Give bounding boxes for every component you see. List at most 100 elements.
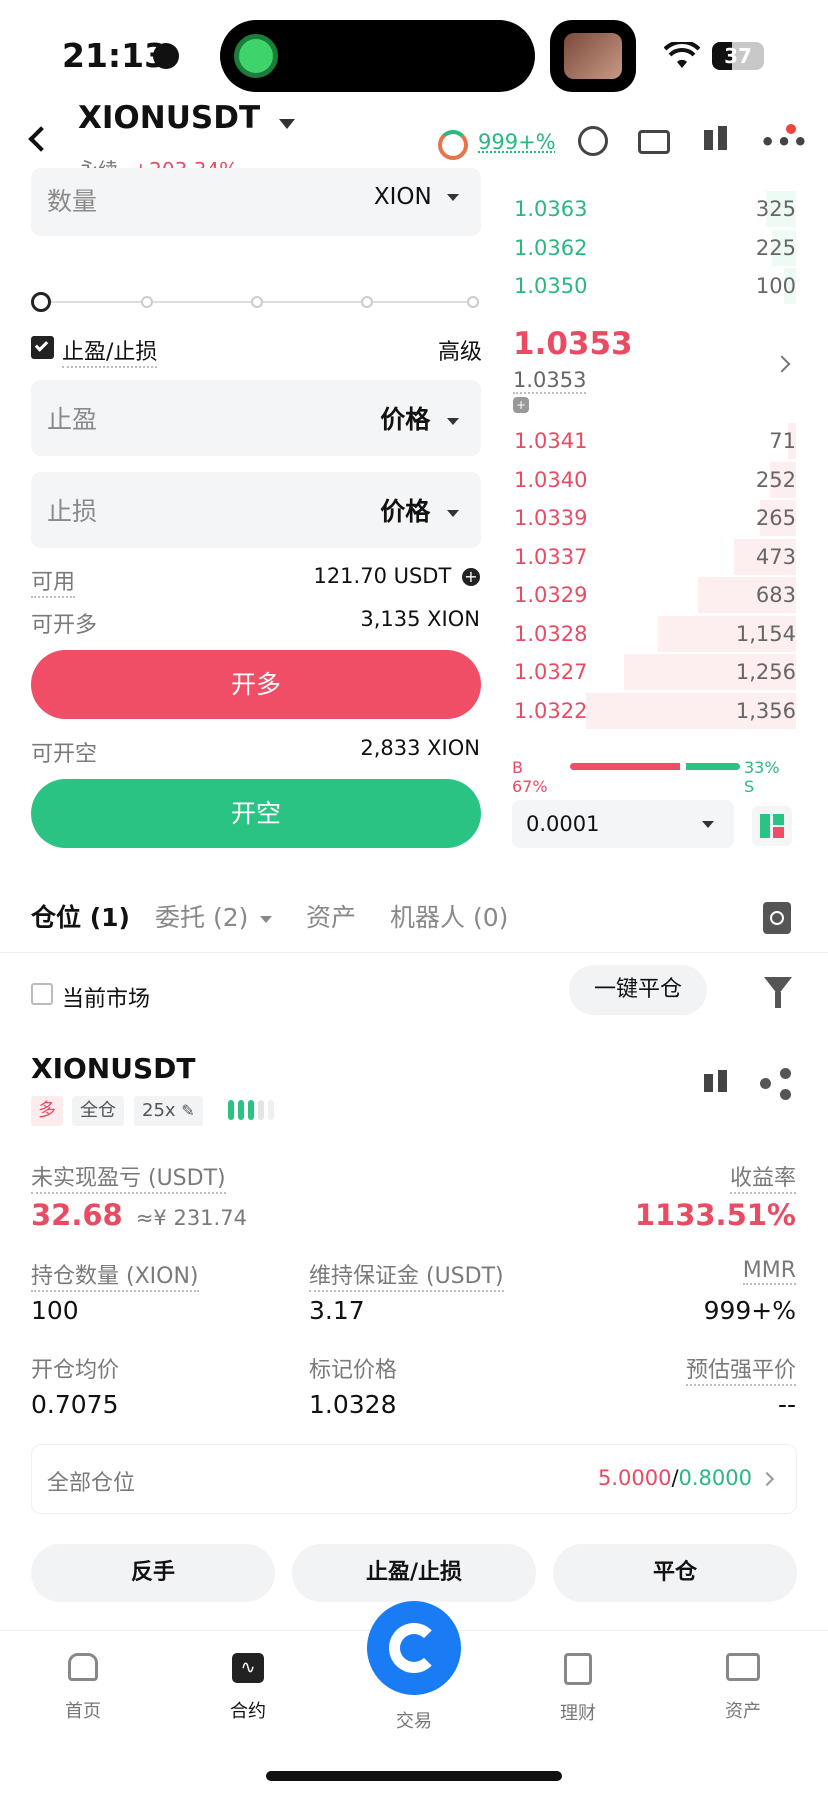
- roe-value: 1133.51%: [634, 1198, 796, 1232]
- leverage-badge[interactable]: 25x ✎: [134, 1096, 203, 1126]
- share-icon[interactable]: [760, 1068, 792, 1100]
- tab-bots[interactable]: 机器人 (0): [390, 898, 508, 934]
- bid-row[interactable]: 1.0339 265: [512, 500, 796, 536]
- liq-label: 预估强平价: [685, 1352, 796, 1386]
- symbol-title: XIONUSDT: [78, 100, 261, 136]
- tpsl-label[interactable]: 止盈/止损: [62, 334, 158, 368]
- slider-handle[interactable]: [31, 292, 51, 312]
- all-positions-row[interactable]: 全部仓位 5.0000/0.8000: [31, 1444, 797, 1514]
- precision-select[interactable]: 0.0001: [512, 800, 734, 848]
- candlestick-icon[interactable]: [700, 1068, 730, 1098]
- quantity-placeholder: 数量: [47, 187, 98, 216]
- home-icon: [68, 1653, 98, 1681]
- chevron-down-icon: [260, 915, 273, 923]
- bid-row[interactable]: 1.0340 252: [512, 462, 796, 498]
- current-market-label[interactable]: 当前市场: [62, 981, 150, 1013]
- history-icon[interactable]: [763, 902, 791, 934]
- status-bar: 21:13 37: [0, 0, 828, 100]
- nav-assets[interactable]: 资产: [710, 1653, 776, 1723]
- sell-ratio-fill: [686, 763, 740, 770]
- mmr-label: MMR: [742, 1258, 796, 1285]
- wallet-icon: [726, 1653, 760, 1681]
- open-short-button[interactable]: 开空: [31, 779, 481, 848]
- current-market-checkbox[interactable]: [31, 983, 53, 1005]
- bottom-nav: 首页 ∿ 合约 交易 理财 资产: [0, 1601, 828, 1795]
- reverse-button[interactable]: 反手: [31, 1544, 275, 1602]
- position-symbol[interactable]: XIONUSDT: [31, 1052, 196, 1085]
- ask-row[interactable]: 1.0362 225: [512, 230, 796, 266]
- tabs-divider: [0, 952, 828, 953]
- close-position-button[interactable]: 平仓: [553, 1544, 797, 1602]
- bid-row[interactable]: 1.0322 1,356: [512, 693, 796, 729]
- leverage-slider[interactable]: [31, 292, 479, 312]
- dynamic-island: [220, 20, 535, 92]
- nav-earn[interactable]: 理财: [545, 1653, 611, 1725]
- chevron-right-icon: [759, 1471, 775, 1487]
- chevron-down-icon: [702, 821, 714, 828]
- candlestick-icon[interactable]: [700, 124, 730, 156]
- bid-row[interactable]: 1.0337 473: [512, 539, 796, 575]
- nav-home[interactable]: 首页: [50, 1653, 116, 1723]
- nav-futures[interactable]: ∿ 合约: [215, 1653, 281, 1723]
- mark-price-info-icon: +: [513, 397, 529, 413]
- orderbook-layout-icon[interactable]: [752, 806, 792, 846]
- home-indicator: [266, 1771, 562, 1781]
- mm-label: 维持保证金 (USDT): [309, 1258, 504, 1292]
- sl-price-select[interactable]: 价格: [380, 492, 459, 528]
- ask-row[interactable]: 1.0363 325: [512, 191, 796, 227]
- chevron-down-icon: [447, 194, 459, 201]
- close-all-button[interactable]: 一键平仓: [569, 965, 707, 1015]
- buy-ratio: B 67%: [512, 758, 548, 796]
- advanced-link[interactable]: 高级: [438, 334, 482, 366]
- bid-row[interactable]: 1.0328 1,154: [512, 616, 796, 652]
- entry-label: 开仓均价: [31, 1358, 120, 1383]
- roe-label: 收益率: [729, 1160, 796, 1194]
- more-icon[interactable]: •••: [760, 130, 809, 154]
- sell-ratio: 33% S: [744, 758, 780, 796]
- bid-row[interactable]: 1.0327 1,256: [512, 654, 796, 690]
- add-funds-icon[interactable]: +: [462, 568, 480, 586]
- ask-row[interactable]: 1.0350 100: [512, 268, 796, 304]
- tp-price-select[interactable]: 价格: [380, 400, 459, 436]
- bid-row[interactable]: 1.0329 683: [512, 577, 796, 613]
- back-icon[interactable]: [28, 126, 54, 152]
- nav-trade-label[interactable]: 交易: [381, 1707, 447, 1733]
- upnl-cny: ≈¥ 231.74: [135, 1206, 247, 1230]
- can-long-label: 可开多: [31, 613, 98, 638]
- globe-icon: [153, 43, 179, 69]
- risk-gauge-icon[interactable]: [438, 130, 468, 160]
- trade-icon: [389, 1623, 439, 1673]
- tab-assets[interactable]: 资产: [306, 898, 356, 934]
- take-profit-input[interactable]: 止盈 价格: [31, 380, 481, 456]
- status-time: 21:13: [62, 36, 168, 75]
- badge-icon[interactable]: [578, 126, 608, 156]
- tpsl-checkbox[interactable]: [31, 336, 54, 359]
- mark-price-row[interactable]: 1.0353 +: [513, 368, 587, 416]
- mm-value: 3.17: [309, 1296, 365, 1325]
- quantity-input[interactable]: 数量 XION: [31, 168, 481, 236]
- chevron-right-icon[interactable]: [773, 355, 791, 373]
- last-price: 1.0353: [513, 326, 633, 362]
- quantity-unit-select[interactable]: XION: [374, 184, 459, 210]
- mark-label: 标记价格: [309, 1358, 398, 1383]
- chart-settings-icon[interactable]: [638, 130, 670, 154]
- symbol-selector[interactable]: XIONUSDT: [78, 100, 296, 136]
- tab-orders[interactable]: 委托 (2): [155, 898, 273, 934]
- stop-loss-input[interactable]: 止损 价格: [31, 472, 481, 548]
- liq-value: --: [777, 1390, 796, 1419]
- notification-dot: [786, 124, 796, 134]
- tab-positions[interactable]: 仓位 (1): [31, 898, 130, 934]
- open-long-button[interactable]: 开多: [31, 650, 481, 719]
- adl-indicator: [228, 1100, 280, 1122]
- mmr-value: 999+%: [703, 1296, 796, 1325]
- can-long-value: 3,135 XION: [360, 607, 480, 631]
- available-label: 可用: [31, 564, 76, 598]
- nav-trade-button[interactable]: [367, 1601, 461, 1695]
- edit-icon: ✎: [181, 1101, 195, 1120]
- side-badge: 多: [31, 1096, 63, 1126]
- bid-row[interactable]: 1.0341 71: [512, 423, 796, 459]
- tpsl-button[interactable]: 止盈/止损: [292, 1544, 536, 1602]
- app-activity-icon: [234, 34, 278, 78]
- risk-value[interactable]: 999+%: [478, 130, 556, 154]
- chevron-down-icon: [447, 417, 459, 425]
